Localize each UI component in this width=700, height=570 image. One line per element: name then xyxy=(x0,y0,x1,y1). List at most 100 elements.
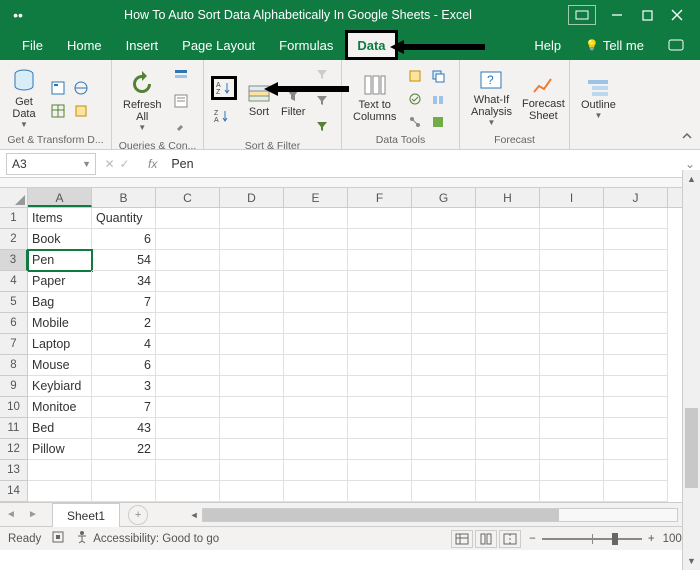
cell[interactable] xyxy=(476,376,540,397)
spreadsheet-grid[interactable]: ABCDEFGHIJ 1ItemsQuantity2Book63Pen544Pa… xyxy=(0,188,700,502)
cell[interactable] xyxy=(412,250,476,271)
cell[interactable] xyxy=(604,208,668,229)
col-header-F[interactable]: F xyxy=(348,188,412,207)
cell[interactable] xyxy=(220,481,284,502)
cell[interactable] xyxy=(348,481,412,502)
cell[interactable] xyxy=(476,271,540,292)
collapse-ribbon-button[interactable] xyxy=(678,127,696,145)
cell[interactable] xyxy=(604,355,668,376)
cell[interactable] xyxy=(412,229,476,250)
cell[interactable] xyxy=(476,229,540,250)
minimize-button[interactable] xyxy=(602,0,632,30)
cell[interactable] xyxy=(156,313,220,334)
edit-links-button[interactable] xyxy=(170,116,192,138)
cell[interactable]: Quantity xyxy=(92,208,156,229)
col-header-G[interactable]: G xyxy=(412,188,476,207)
add-sheet-button[interactable]: + xyxy=(128,505,148,525)
cell[interactable] xyxy=(476,313,540,334)
manage-data-button[interactable] xyxy=(427,111,449,133)
row-header[interactable]: 9 xyxy=(0,376,28,397)
scroll-thumb[interactable] xyxy=(685,408,698,488)
row-header[interactable]: 8 xyxy=(0,355,28,376)
cell[interactable] xyxy=(412,418,476,439)
filter-button[interactable]: Filter xyxy=(276,84,310,118)
cell[interactable] xyxy=(604,481,668,502)
cell[interactable]: Mouse xyxy=(28,355,92,376)
cell[interactable]: 7 xyxy=(92,397,156,418)
from-text-button[interactable] xyxy=(47,77,69,99)
accessibility-icon[interactable] xyxy=(75,530,89,547)
cell[interactable]: Bed xyxy=(28,418,92,439)
cell[interactable] xyxy=(220,292,284,313)
cell[interactable] xyxy=(284,439,348,460)
cell[interactable] xyxy=(220,460,284,481)
cell[interactable] xyxy=(284,208,348,229)
cell[interactable] xyxy=(604,376,668,397)
cell[interactable] xyxy=(220,397,284,418)
cell[interactable] xyxy=(284,418,348,439)
cell[interactable] xyxy=(412,208,476,229)
cell[interactable] xyxy=(604,313,668,334)
row-header[interactable]: 6 xyxy=(0,313,28,334)
cell[interactable] xyxy=(540,334,604,355)
cell[interactable] xyxy=(348,355,412,376)
cell[interactable] xyxy=(540,292,604,313)
cell[interactable]: Laptop xyxy=(28,334,92,355)
cell[interactable] xyxy=(476,397,540,418)
forecast-sheet-button[interactable]: Forecast Sheet xyxy=(517,74,570,122)
tab-nav-right[interactable]: ► xyxy=(22,504,44,526)
cell[interactable] xyxy=(220,313,284,334)
clear-filter-button[interactable] xyxy=(311,64,333,86)
row-header[interactable]: 1 xyxy=(0,208,28,229)
cancel-formula-icon[interactable]: ✕ xyxy=(104,157,114,171)
cell[interactable] xyxy=(476,334,540,355)
cell[interactable] xyxy=(156,334,220,355)
cell[interactable]: 54 xyxy=(92,250,156,271)
text-to-columns-button[interactable]: Text to Columns xyxy=(348,73,401,123)
cell[interactable] xyxy=(220,250,284,271)
cell[interactable]: Monitoe xyxy=(28,397,92,418)
cell[interactable] xyxy=(284,313,348,334)
cell[interactable] xyxy=(348,418,412,439)
cell[interactable] xyxy=(412,355,476,376)
cell[interactable]: 6 xyxy=(92,355,156,376)
cell[interactable] xyxy=(284,460,348,481)
sort-button[interactable]: Sort xyxy=(242,84,276,118)
macro-icon[interactable] xyxy=(51,530,65,547)
cell[interactable] xyxy=(540,355,604,376)
row-header[interactable]: 11 xyxy=(0,418,28,439)
cell[interactable]: Pen xyxy=(28,250,92,271)
formula-input[interactable]: Pen xyxy=(167,157,680,171)
cell[interactable]: Bag xyxy=(28,292,92,313)
cell[interactable] xyxy=(156,397,220,418)
menu-formulas[interactable]: Formulas xyxy=(267,30,345,60)
cell[interactable] xyxy=(412,334,476,355)
normal-view-button[interactable] xyxy=(451,530,473,548)
cell[interactable] xyxy=(284,481,348,502)
cell[interactable] xyxy=(348,439,412,460)
select-all-corner[interactable] xyxy=(0,188,28,207)
maximize-button[interactable] xyxy=(632,0,662,30)
autosave-icon[interactable]: •• xyxy=(8,7,28,23)
cell[interactable]: Items xyxy=(28,208,92,229)
zoom-knob[interactable] xyxy=(612,533,618,545)
cell[interactable] xyxy=(28,460,92,481)
cell[interactable] xyxy=(348,229,412,250)
cell[interactable] xyxy=(348,271,412,292)
cell[interactable] xyxy=(156,250,220,271)
share-button[interactable] xyxy=(656,30,696,60)
cell[interactable] xyxy=(348,208,412,229)
cell[interactable] xyxy=(476,418,540,439)
cell[interactable] xyxy=(220,334,284,355)
name-box[interactable]: A3▼ xyxy=(6,153,96,175)
cell[interactable] xyxy=(476,250,540,271)
sort-desc-button[interactable]: ZA xyxy=(211,105,233,127)
cell[interactable] xyxy=(604,292,668,313)
cell[interactable] xyxy=(284,397,348,418)
menu-tell-me[interactable]: 💡Tell me xyxy=(573,30,656,60)
remove-dup-button[interactable] xyxy=(427,65,449,87)
zoom-out-icon[interactable]: − xyxy=(529,533,536,545)
menu-page-layout[interactable]: Page Layout xyxy=(170,30,267,60)
cell[interactable] xyxy=(156,355,220,376)
col-header-H[interactable]: H xyxy=(476,188,540,207)
